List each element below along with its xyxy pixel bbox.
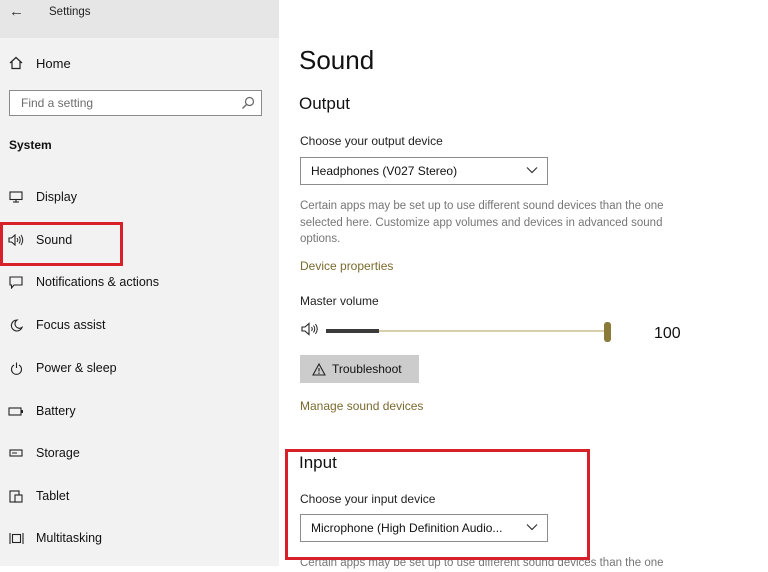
search-box[interactable]: [9, 90, 262, 116]
slider-thumb[interactable]: [604, 322, 611, 342]
sidebar-item-battery[interactable]: Battery: [0, 400, 279, 422]
input-device-label: Choose your input device: [300, 492, 436, 506]
moon-icon: [7, 318, 25, 332]
output-device-dropdown[interactable]: Headphones (V027 Stereo): [300, 157, 548, 185]
sidebar-item-label: Tablet: [36, 489, 70, 503]
sidebar-item-label: Power & sleep: [36, 361, 117, 375]
sidebar-item-label: Multitasking: [36, 531, 102, 545]
output-description: Certain apps may be set up to use differ…: [300, 200, 664, 245]
power-icon: [7, 362, 25, 375]
sidebar-item-display[interactable]: Display: [0, 186, 279, 208]
sidebar-item-power-sleep[interactable]: Power & sleep: [0, 357, 279, 379]
display-icon: [7, 191, 25, 203]
notification-icon: [7, 275, 25, 289]
troubleshoot-label: Troubleshoot: [332, 362, 402, 376]
master-volume-slider[interactable]: [326, 322, 611, 342]
search-input[interactable]: [19, 95, 238, 111]
chevron-down-icon: [526, 524, 538, 531]
output-device-label: Choose your output device: [300, 134, 443, 148]
search-icon[interactable]: [241, 96, 255, 110]
input-description: Certain apps may be set up to use differ…: [300, 557, 664, 569]
sidebar-item-sound[interactable]: Sound: [0, 229, 279, 251]
app-title: Settings: [49, 6, 91, 18]
home-nav-item[interactable]: Home: [9, 53, 71, 73]
sidebar-item-label: Sound: [36, 233, 73, 247]
output-device-value: Headphones (V027 Stereo): [311, 164, 458, 178]
input-device-dropdown[interactable]: Microphone (High Definition Audio...: [300, 514, 548, 542]
sidebar: ← Settings Home System Display Sound Not…: [0, 0, 279, 566]
tablet-icon: [7, 489, 25, 503]
input-device-value: Microphone (High Definition Audio...: [311, 521, 503, 535]
sidebar-item-focus-assist[interactable]: Focus assist: [0, 314, 279, 336]
sidebar-item-notifications[interactable]: Notifications & actions: [0, 271, 279, 293]
sidebar-item-storage[interactable]: Storage: [0, 442, 279, 464]
page-title: Sound: [299, 45, 375, 75]
speaker-icon: [7, 234, 25, 246]
section-title: System: [9, 138, 52, 152]
sidebar-item-multitasking[interactable]: Multitasking: [0, 527, 279, 549]
speaker-volume-icon[interactable]: [301, 322, 321, 336]
chevron-down-icon: [526, 167, 538, 174]
output-heading: Output: [299, 94, 351, 113]
input-heading: Input: [299, 453, 337, 472]
sidebar-item-label: Storage: [36, 446, 80, 460]
title-bar: ← Settings: [0, 0, 279, 38]
manage-sound-devices-link[interactable]: Manage sound devices: [300, 399, 423, 413]
home-label: Home: [36, 55, 71, 71]
sidebar-item-tablet[interactable]: Tablet: [0, 485, 279, 507]
sidebar-item-label: Display: [36, 190, 77, 204]
device-properties-link[interactable]: Device properties: [300, 259, 393, 273]
sidebar-item-label: Battery: [36, 404, 76, 418]
troubleshoot-button[interactable]: Troubleshoot: [300, 355, 419, 383]
sidebar-item-label: Focus assist: [36, 318, 106, 332]
storage-icon: [7, 449, 25, 457]
warning-icon: [312, 362, 326, 376]
battery-icon: [7, 406, 25, 416]
master-volume-label: Master volume: [300, 294, 379, 308]
multitasking-icon: [7, 532, 25, 545]
slider-fill: [326, 329, 379, 333]
volume-value: 100: [654, 325, 681, 342]
main-content: Sound Output Choose your output device H…: [279, 0, 768, 569]
back-arrow-icon[interactable]: ←: [9, 3, 24, 20]
home-icon: [9, 56, 23, 70]
sidebar-item-label: Notifications & actions: [36, 275, 159, 289]
